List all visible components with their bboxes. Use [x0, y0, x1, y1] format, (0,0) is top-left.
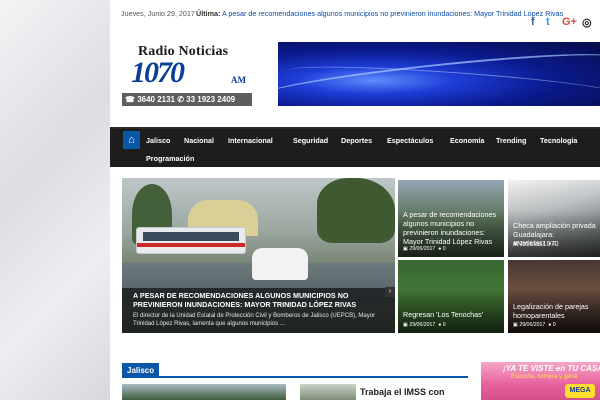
slider-next-icon[interactable]: ›: [385, 287, 395, 297]
main-navigation: ⌂ Jalisco Nacional Internacional Segurid…: [110, 127, 600, 167]
featured-story[interactable]: A pesar de recomendaciones algunos munic…: [122, 178, 395, 333]
card-title: A pesar de recomendaciones algunos munic…: [403, 210, 497, 246]
section-story-title[interactable]: Trabaja el IMSS con: [360, 387, 445, 397]
bus-window: [143, 232, 239, 241]
card-comments: 0: [552, 241, 556, 247]
hero-caption: A pesar de recomendaciones algunos munic…: [122, 288, 395, 333]
card-meta: ▣ 29/06/2017 ● 0: [513, 322, 556, 328]
ad-badge: MEGA: [565, 384, 595, 398]
facebook-icon[interactable]: f: [531, 16, 535, 28]
current-date: Jueves, Junio 29, 2017: [121, 9, 195, 18]
card-title: Regresan 'Los Tenochas': [403, 310, 484, 319]
nav-item-trending[interactable]: Trending: [496, 136, 526, 145]
nav-item-nacional[interactable]: Nacional: [184, 136, 214, 145]
card-title: Legalización de parejas homoparentales: [513, 302, 589, 320]
logo-frequency: 1070: [131, 56, 185, 89]
news-card[interactable]: Checa ampliación privada Guadalajara: #N…: [508, 180, 600, 257]
card-meta: ▣ 29/06/2017 ● 0: [403, 246, 446, 252]
nav-item-seguridad[interactable]: Seguridad: [293, 136, 328, 145]
ad-headline: ¡YA TE VISTE en TU CASA PROPIA?: [503, 364, 600, 373]
nav-item-internacional[interactable]: Internacional: [228, 136, 273, 145]
section-thumbnail[interactable]: [300, 384, 356, 400]
site-logo[interactable]: Radio Noticias 1070 AM ☎ 3640 2131 ✆ 33 …: [122, 44, 252, 108]
google-plus-icon[interactable]: G+: [562, 16, 577, 28]
card-date: 29/06/2017: [409, 246, 436, 252]
nav-item-tecnologia[interactable]: Tecnología: [540, 136, 577, 145]
nav-item-jalisco[interactable]: Jalisco: [146, 136, 170, 145]
card-comments: 0: [552, 322, 556, 328]
advertisement[interactable]: ¡YA TE VISTE en TU CASA PROPIA? Escucha,…: [481, 362, 600, 400]
section-thumbnails: [122, 384, 358, 400]
nav-item-espectaculos[interactable]: Espectáculos: [387, 136, 433, 145]
hero-description: El director de la Unidad Estatal de Prot…: [133, 313, 376, 327]
page: Jueves, Junio 29, 2017 Última: A pesar d…: [110, 0, 600, 400]
nav-item-deportes[interactable]: Deportes: [341, 136, 372, 145]
bus-stripe: [137, 243, 245, 247]
ultima-label: Última:: [196, 9, 221, 18]
section-header-jalisco: Jalisco: [122, 362, 468, 378]
hero-image-car: [252, 248, 308, 280]
card-meta: ▣ 29/06/2017 ● 0: [513, 241, 556, 247]
hero-title: A pesar de recomendaciones algunos munic…: [133, 291, 357, 309]
ad-subline: Escucha, compra y gana: [511, 374, 578, 380]
news-card[interactable]: A pesar de recomendaciones algunos munic…: [398, 180, 504, 257]
news-card[interactable]: Regresan 'Los Tenochas' ▣ 29/06/2017 ● 0: [398, 260, 504, 333]
home-icon[interactable]: ⌂: [123, 131, 140, 149]
breaking-headline-link[interactable]: A pesar de recomendaciones algunos munic…: [222, 9, 563, 18]
hero-image-tree: [317, 178, 395, 243]
card-comments: 0: [442, 322, 446, 328]
section-tag[interactable]: Jalisco: [122, 363, 160, 378]
background-left: [0, 0, 110, 400]
section-thumbnail[interactable]: [122, 384, 286, 400]
card-date: 29/06/2017: [409, 322, 436, 328]
card-date: 29/06/2017: [519, 241, 546, 247]
hero-image-bus: [136, 227, 246, 254]
card-meta: ▣ 29/06/2017 ● 0: [403, 322, 446, 328]
news-card[interactable]: Legalización de parejas homoparentales ▣…: [508, 260, 600, 333]
header-banner[interactable]: [278, 42, 600, 106]
logo-phones: ☎ 3640 2131 ✆ 33 1923 2409: [122, 93, 252, 106]
nav-item-economia[interactable]: Economía: [450, 136, 484, 145]
logo-am: AM: [231, 75, 246, 85]
nav-item-programacion[interactable]: Programación: [146, 154, 194, 163]
card-date: 29/06/2017: [519, 322, 546, 328]
top-bar: Jueves, Junio 29, 2017 Última: A pesar d…: [110, 0, 600, 32]
instagram-icon[interactable]: ◎: [582, 16, 592, 29]
twitter-icon[interactable]: t: [546, 16, 550, 28]
card-comments: 0: [442, 246, 446, 252]
